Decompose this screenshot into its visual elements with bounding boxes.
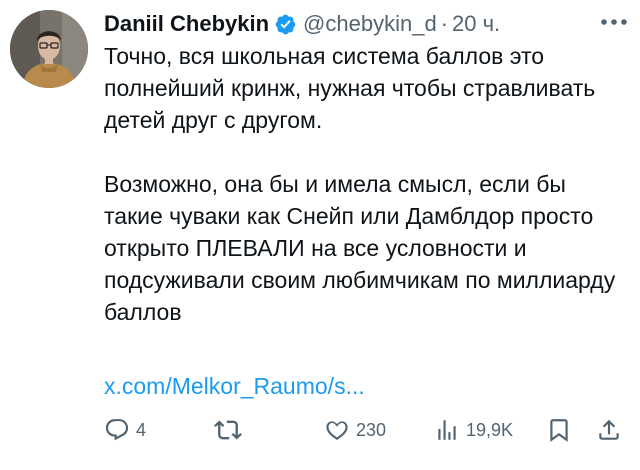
retweet-icon [214, 416, 242, 444]
share-button[interactable] [596, 414, 622, 446]
reply-count: 4 [136, 419, 147, 440]
more-dots-icon[interactable] [596, 12, 632, 32]
verified-badge-icon [274, 13, 297, 36]
tweet-paragraph: Возможно, она бы и имела смысл, если бы … [104, 171, 616, 325]
bookmark-button[interactable] [546, 414, 572, 446]
avatar-image [10, 10, 88, 88]
tweet-header: Daniil Chebykin @chebykin_d · 20 ч. [104, 8, 500, 40]
heart-icon [324, 417, 350, 443]
avatar[interactable] [10, 10, 88, 88]
author-name[interactable]: Daniil Chebykin [104, 8, 269, 40]
reply-icon [104, 417, 130, 443]
tweet-paragraph: Точно, вся школьная система баллов это п… [104, 43, 596, 133]
header-separator: · [440, 11, 449, 36]
reply-button[interactable]: 4 [104, 414, 146, 446]
views-button[interactable]: 19,9K [434, 414, 513, 446]
tweet-text: Точно, вся школьная система баллов это п… [104, 40, 624, 328]
views-count: 19,9K [466, 419, 514, 440]
action-bar: 4 230 19,9K [104, 414, 624, 446]
tweet-time[interactable]: 20 ч. [452, 8, 500, 40]
views-icon [434, 417, 460, 443]
retweet-button[interactable] [214, 414, 248, 446]
like-button[interactable]: 230 [324, 414, 386, 446]
tweet: Daniil Chebykin @chebykin_d · 20 ч. Точн… [0, 0, 640, 470]
tweet-link[interactable]: x.com/Melkor_Raumo/s... [104, 370, 365, 402]
author-handle[interactable]: @chebykin_d [303, 8, 437, 40]
bookmark-icon [546, 417, 572, 443]
like-count: 230 [356, 419, 387, 440]
share-icon [596, 417, 622, 443]
